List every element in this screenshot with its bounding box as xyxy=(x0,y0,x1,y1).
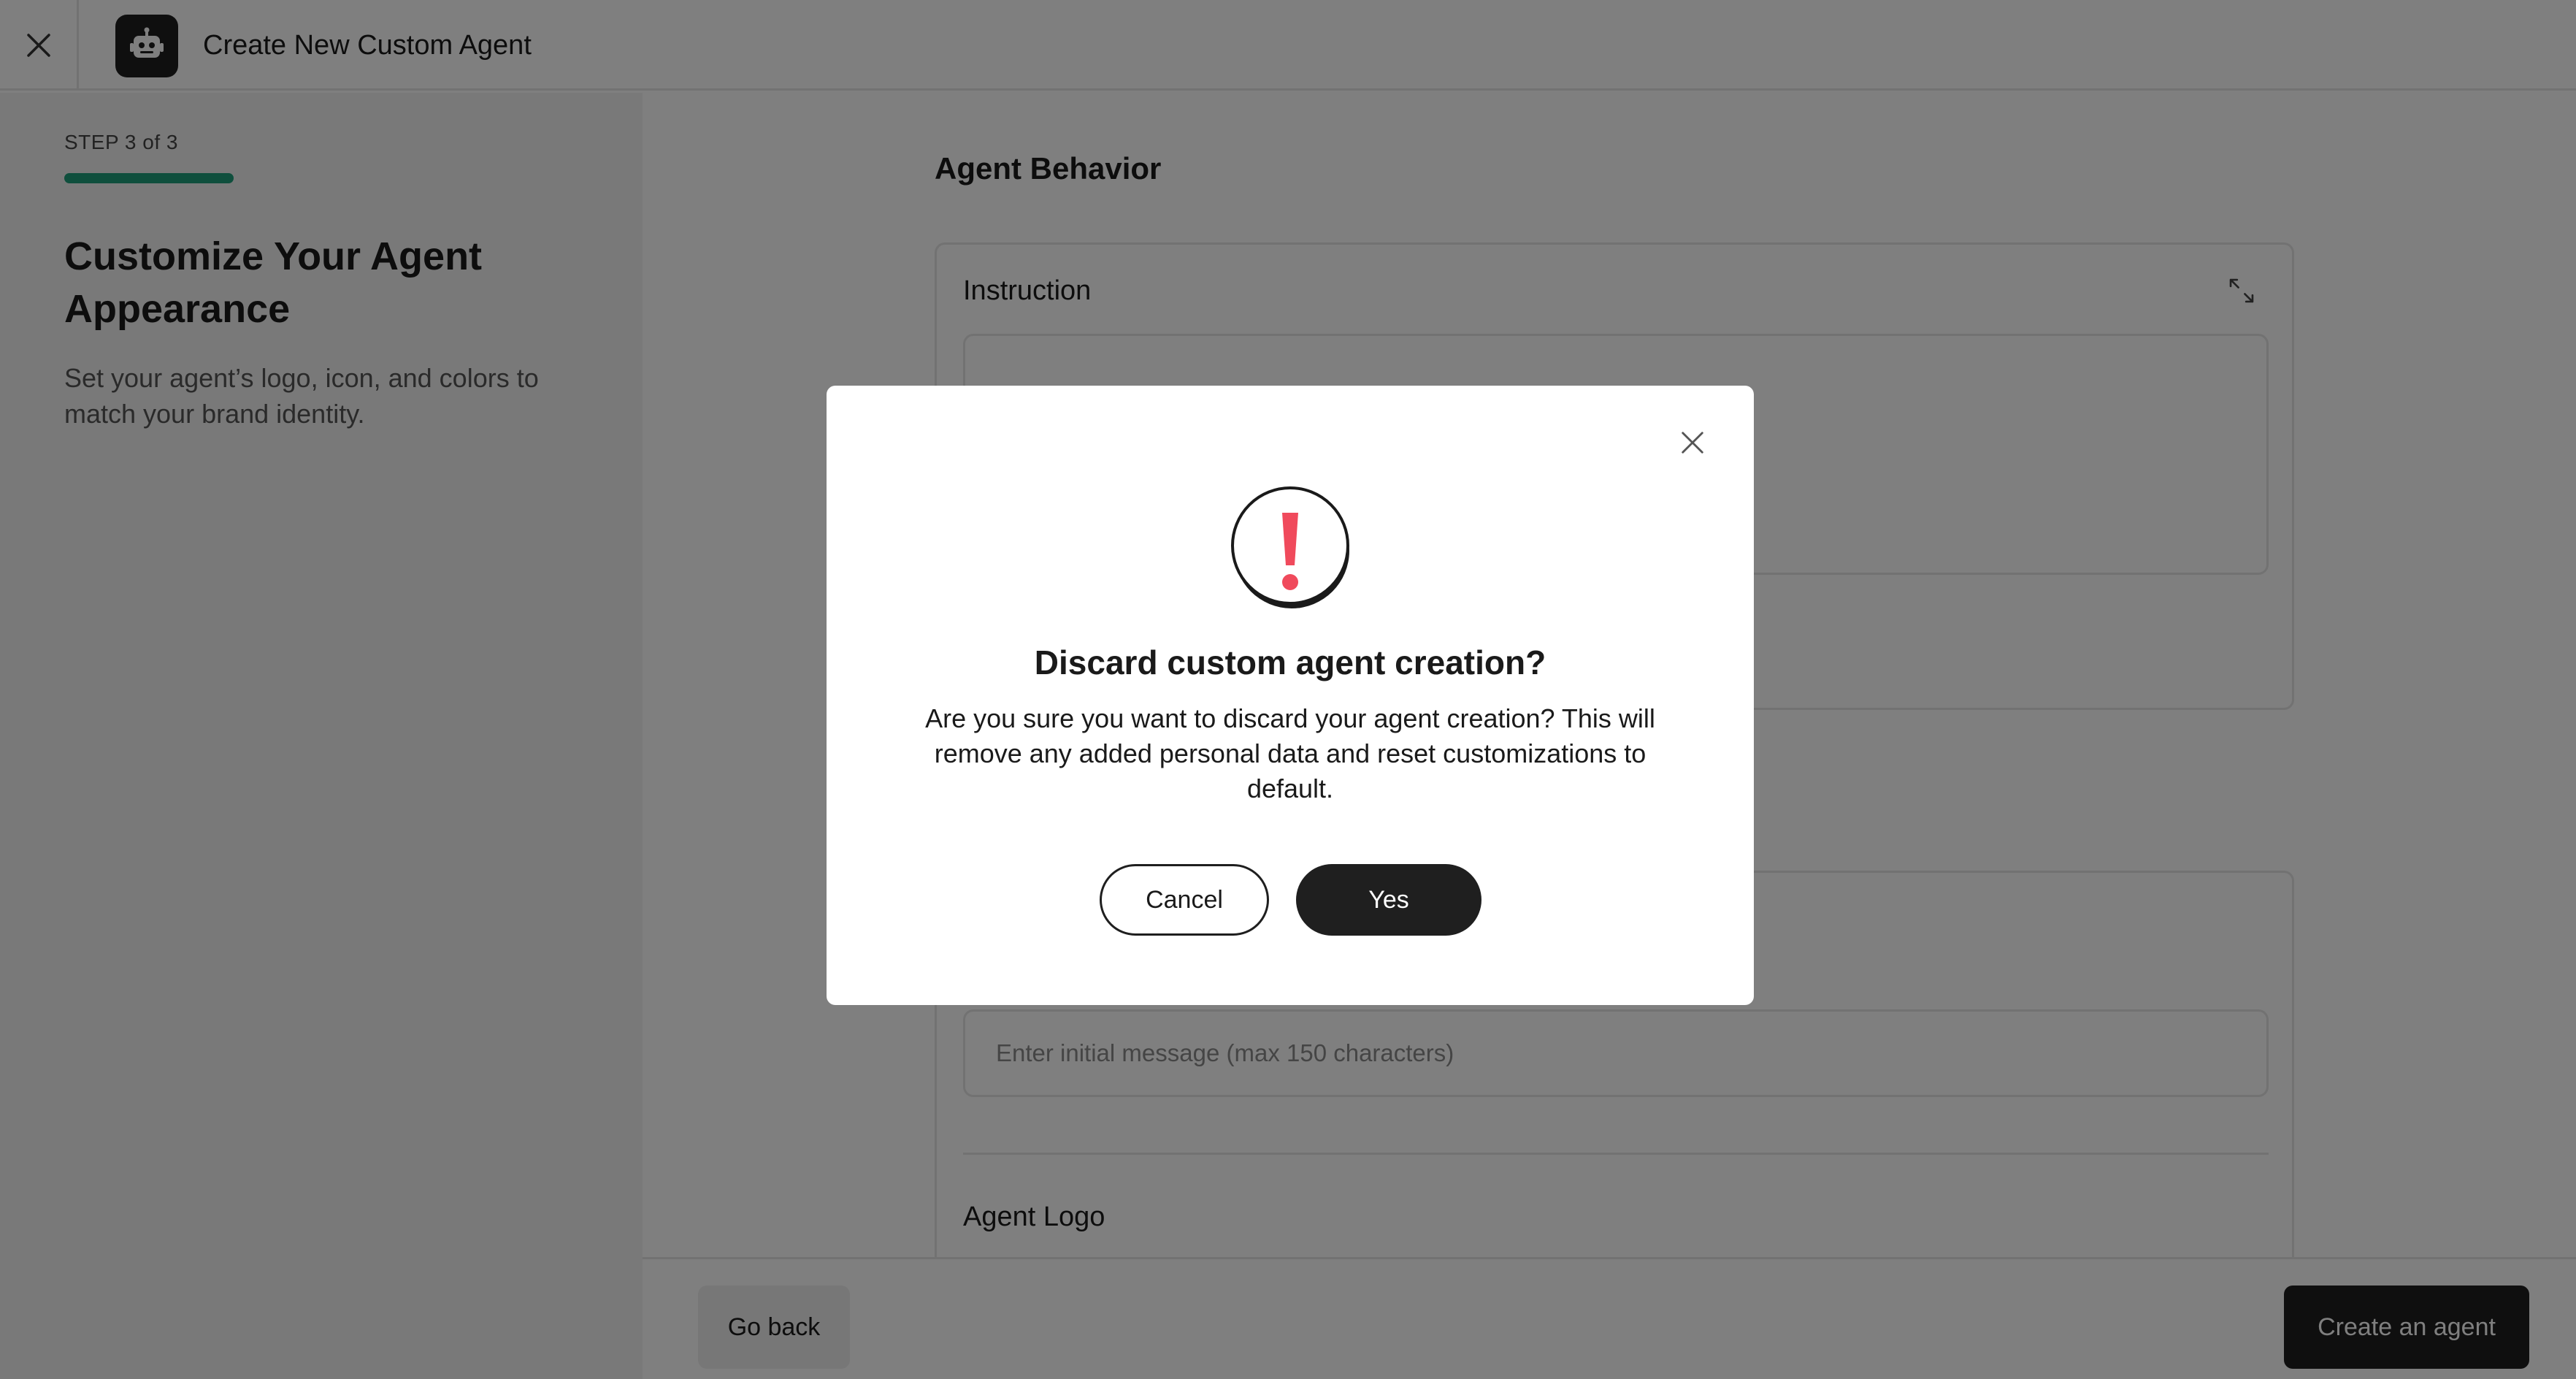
close-icon xyxy=(1682,432,1703,454)
discard-dialog: Discard custom agent creation? Are you s… xyxy=(827,386,1754,1005)
dialog-close-button[interactable] xyxy=(1672,422,1713,463)
confirm-discard-button[interactable]: Yes xyxy=(1296,864,1481,936)
dialog-title: Discard custom agent creation? xyxy=(1034,643,1546,681)
app-window: Create New Custom Agent STEP 3 of 3 Cust… xyxy=(0,0,2576,1379)
exclamation-icon xyxy=(1231,486,1349,608)
dialog-message: Are you sure you want to discard your ag… xyxy=(925,703,1655,803)
cancel-button[interactable]: Cancel xyxy=(1100,864,1269,936)
